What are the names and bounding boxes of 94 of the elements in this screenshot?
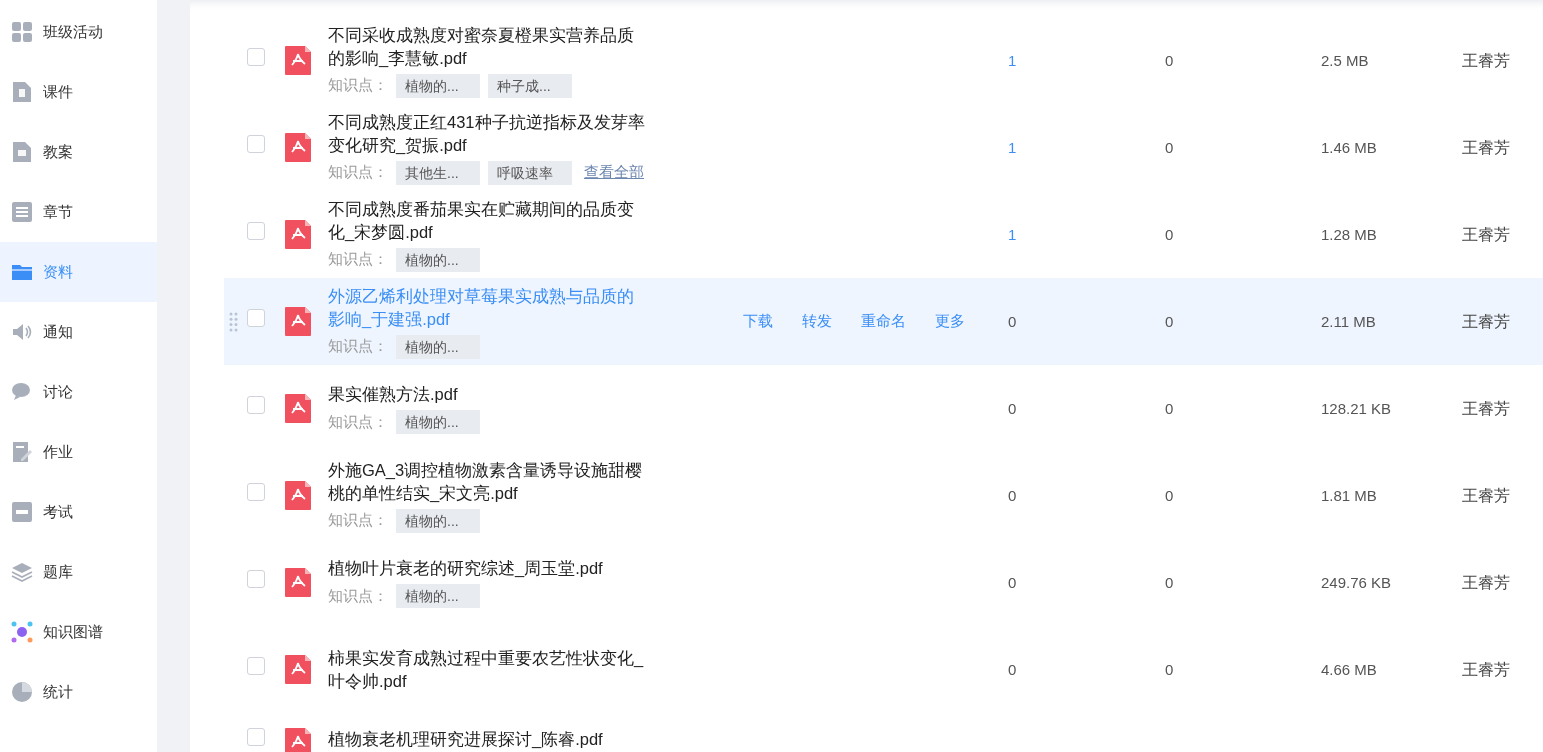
sidebar-item[interactable]: 知识图谱 — [0, 602, 157, 662]
file-size: 1.81 MB — [1321, 486, 1377, 504]
knowledge-tag: 植物的... — [396, 584, 480, 608]
pdf-file-icon — [285, 481, 311, 510]
file-title[interactable]: 外施GA_3调控植物激素含量诱导设施甜樱桃的单性结实_宋文亮.pdf — [328, 458, 650, 505]
file-title[interactable]: 植物叶片衰老的研究综述_周玉堂.pdf — [328, 557, 650, 580]
tag-label: 知识点： — [328, 585, 388, 606]
knowledge-tag: 植物的... — [396, 508, 480, 533]
count-text: 0 — [1008, 399, 1017, 417]
file-size: 249.76 KB — [1321, 573, 1392, 591]
tag-label: 知识点： — [328, 411, 388, 432]
pdf-file-icon — [285, 394, 311, 423]
document-icon — [11, 81, 33, 103]
view-all-link[interactable]: 查看全部 — [584, 161, 644, 184]
count-text: 0 — [1165, 51, 1174, 69]
checkbox[interactable] — [247, 396, 265, 414]
pdf-file-icon — [285, 568, 311, 597]
owner-name: 王睿芳 — [1462, 51, 1510, 69]
checkbox[interactable] — [247, 657, 265, 675]
count-text: 0 — [1008, 312, 1017, 330]
owner-name: 王睿芳 — [1462, 138, 1510, 156]
document-icon — [11, 141, 33, 163]
owner-name: 王睿芳 — [1462, 399, 1510, 417]
file-size: 4.66 MB — [1321, 660, 1377, 678]
count-text: 0 — [1165, 225, 1174, 243]
count-text: 0 — [1008, 660, 1017, 678]
drag-handle-icon[interactable] — [229, 311, 238, 332]
owner-name: 王睿芳 — [1462, 225, 1510, 243]
pie-chart-icon — [11, 681, 33, 703]
sidebar-item[interactable]: 章节 — [0, 182, 157, 242]
file-title[interactable]: 不同成熟度番茄果实在贮藏期间的品质变化_宋梦圆.pdf — [328, 197, 650, 244]
owner-name: 王睿芳 — [1462, 486, 1510, 504]
network-icon — [11, 621, 33, 643]
pdf-file-icon — [285, 133, 311, 162]
knowledge-tag: 植物的... — [396, 73, 480, 98]
checkbox[interactable] — [247, 135, 265, 153]
knowledge-tag: 植物的... — [396, 334, 480, 359]
stack-icon — [11, 561, 33, 583]
count-text: 0 — [1165, 486, 1174, 504]
tag-label: 知识点： — [328, 336, 388, 357]
count-text: 0 — [1008, 573, 1017, 591]
chat-bubble-icon — [11, 381, 33, 403]
file-size: 1.46 MB — [1321, 138, 1377, 156]
checkbox[interactable] — [247, 48, 265, 66]
checkbox[interactable] — [247, 570, 265, 588]
file-size: 2.11 MB — [1321, 312, 1376, 330]
sidebar-item[interactable]: 通知 — [0, 302, 157, 362]
knowledge-tag: 植物的... — [396, 410, 480, 434]
file-size: 128.21 KB — [1321, 399, 1392, 417]
count-text: 0 — [1165, 399, 1174, 417]
checkbox[interactable] — [247, 309, 265, 327]
owner-name: 王睿芳 — [1462, 312, 1510, 330]
list-icon — [11, 201, 33, 223]
grid-icon — [11, 21, 33, 43]
checkbox[interactable] — [247, 728, 265, 746]
checkbox[interactable] — [247, 222, 265, 240]
sidebar-item[interactable]: 课件 — [0, 62, 157, 122]
knowledge-tag: 呼吸速率 — [488, 160, 572, 185]
tag-label: 知识点： — [328, 162, 388, 183]
count-text: 0 — [1165, 312, 1174, 330]
file-title[interactable]: 不同采收成熟度对蜜奈夏橙果实营养品质的影响_李慧敏.pdf — [328, 23, 650, 70]
checkbox[interactable] — [247, 483, 265, 501]
pdf-file-icon — [285, 46, 311, 75]
sidebar-item[interactable]: 统计 — [0, 662, 157, 722]
sidebar-item[interactable]: 教案 — [0, 122, 157, 182]
file-title[interactable]: 植物衰老机理研究进展探讨_陈睿.pdf — [328, 728, 650, 751]
file-size: 2.5 MB — [1321, 51, 1369, 69]
file-title[interactable]: 果实催熟方法.pdf — [328, 383, 650, 406]
count-text: 0 — [1165, 573, 1174, 591]
sidebar-item[interactable]: 讨论 — [0, 362, 157, 422]
count-text: 0 — [1165, 660, 1174, 678]
score-icon — [11, 501, 33, 523]
pencil-document-icon — [11, 441, 33, 463]
tag-label: 知识点： — [328, 249, 388, 270]
file-title[interactable]: 不同成熟度正红431种子抗逆指标及发芽率变化研究_贺振.pdf — [328, 110, 650, 157]
sidebar-item[interactable]: 作业 — [0, 422, 157, 482]
owner-name: 王睿芳 — [1462, 660, 1510, 678]
tag-label: 知识点： — [328, 510, 388, 531]
count-text: 0 — [1008, 486, 1017, 504]
knowledge-tag: 种子成... — [488, 73, 572, 98]
sidebar-item[interactable]: 考试 — [0, 482, 157, 542]
owner-name: 王睿芳 — [1462, 573, 1510, 591]
file-size: 1.28 MB — [1321, 225, 1377, 243]
count-text: 0 — [1165, 138, 1174, 156]
speaker-icon — [11, 321, 33, 343]
pdf-file-icon — [285, 220, 311, 249]
knowledge-tag: 植物的... — [396, 247, 480, 272]
sidebar-item[interactable]: 班级活动 — [0, 2, 157, 62]
pdf-file-icon — [285, 307, 311, 336]
sidebar-item[interactable]: 题库 — [0, 542, 157, 602]
knowledge-tag: 其他生... — [396, 160, 480, 185]
pdf-file-icon — [285, 655, 311, 684]
tag-label: 知识点： — [328, 75, 388, 96]
file-title[interactable]: 柿果实发育成熟过程中重要农艺性状变化_叶令帅.pdf — [328, 646, 650, 693]
